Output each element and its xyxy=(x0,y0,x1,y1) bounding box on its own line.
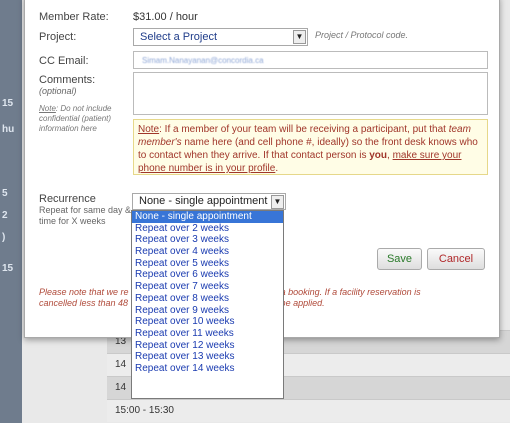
side-mark: 5 xyxy=(2,188,8,199)
cc-email-field[interactable]: Simam.Nanayanan@concordia.ca xyxy=(133,51,488,69)
confidential-note: Note: Do not include confidential (patie… xyxy=(39,104,119,134)
recurrence-option[interactable]: Repeat over 8 weeks xyxy=(132,293,283,305)
cc-email-value: Simam.Nanayanan@concordia.ca xyxy=(142,56,264,65)
recurrence-label-text: Recurrence xyxy=(39,193,96,205)
recurrence-option[interactable]: Repeat over 4 weeks xyxy=(132,246,283,258)
comments-label: Comments: (optional) xyxy=(39,74,95,97)
member-rate-value: $31.00 / hour xyxy=(133,11,198,23)
recurrence-label: Recurrence Repeat for same day & time fo… xyxy=(39,193,134,227)
policy-text-left-2: cancelled less than 48 xyxy=(39,298,129,308)
note-bold: you xyxy=(369,150,388,161)
recurrence-option[interactable]: Repeat over 7 weeks xyxy=(132,281,283,293)
cc-email-label: CC Email: xyxy=(39,55,89,67)
side-mark: hu xyxy=(2,124,15,135)
side-mark: 15 xyxy=(2,263,14,274)
chevron-down-icon[interactable]: ▼ xyxy=(271,195,284,209)
time-slot[interactable]: 15:00 - 15:30 xyxy=(107,399,510,422)
recurrence-option[interactable]: Repeat over 9 weeks xyxy=(132,305,283,317)
project-label: Project: xyxy=(39,31,77,43)
recurrence-option[interactable]: Repeat over 12 weeks xyxy=(132,340,283,352)
recurrence-select[interactable]: None - single appointment ▼ xyxy=(132,193,286,210)
note-text-1: : If a member of your team will be recei… xyxy=(159,124,449,135)
recurrence-option[interactable]: Repeat over 2 weeks xyxy=(132,223,283,235)
side-mark: 15 xyxy=(2,98,14,109)
recurrence-options-list[interactable]: None - single appointment Repeat over 2 … xyxy=(131,210,284,399)
recurrence-sublabel: Repeat for same day & time for X weeks xyxy=(39,205,132,226)
save-button[interactable]: Save xyxy=(377,248,422,270)
recurrence-option[interactable]: Repeat over 6 weeks xyxy=(132,269,283,281)
project-select[interactable]: Select a Project ▼ xyxy=(133,28,308,46)
recurrence-option[interactable]: Repeat over 10 weeks xyxy=(132,316,283,328)
recurrence-option[interactable]: Repeat over 5 weeks xyxy=(132,258,283,270)
project-hint: Project / Protocol code. xyxy=(315,30,409,40)
calendar-side-strip: 15 hu 5 2 ) 15 xyxy=(0,0,22,423)
recurrence-option[interactable]: Repeat over 13 weeks xyxy=(132,351,283,363)
note-text-4: . xyxy=(275,163,279,174)
recurrence-select-value: None - single appointment xyxy=(139,195,268,207)
comments-label-text: Comments: xyxy=(39,74,96,86)
recurrence-option[interactable]: Repeat over 3 weeks xyxy=(132,234,283,246)
chevron-down-icon[interactable]: ▼ xyxy=(293,30,306,44)
comments-textarea[interactable] xyxy=(133,72,488,115)
cancel-button[interactable]: Cancel xyxy=(427,248,485,270)
side-note-prefix: Note xyxy=(39,104,56,113)
team-member-note: Note: If a member of your team will be r… xyxy=(133,119,488,175)
comments-optional-label: (optional) xyxy=(39,86,77,96)
recurrence-option[interactable]: Repeat over 14 weeks xyxy=(132,363,283,375)
side-mark: 2 xyxy=(2,210,8,221)
member-rate-label: Member Rate: xyxy=(39,11,109,23)
side-mark: ) xyxy=(2,232,6,243)
recurrence-option[interactable]: Repeat over 11 weeks xyxy=(132,328,283,340)
policy-text-left: Please note that we re xyxy=(39,287,129,297)
recurrence-option[interactable]: None - single appointment xyxy=(132,211,283,223)
project-select-value: Select a Project xyxy=(140,31,218,43)
note-prefix: Note xyxy=(138,124,160,135)
policy-text-right: cel a booking. If a facility reservation… xyxy=(266,287,421,297)
